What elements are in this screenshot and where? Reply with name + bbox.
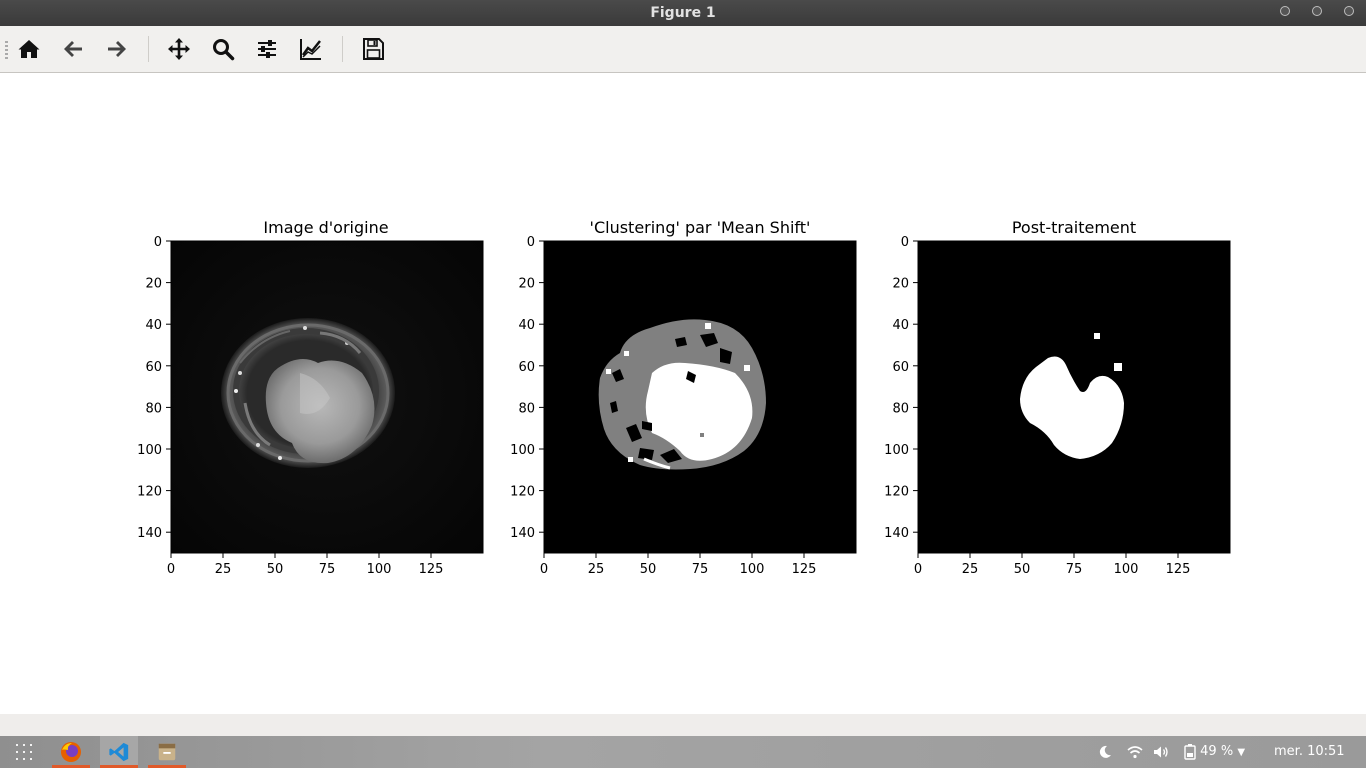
speaker-icon [1154,746,1168,757]
x-tick-label: 0 [914,562,922,577]
x-tick-label: 100 [740,562,765,577]
night-mode-indicator[interactable] [1098,736,1112,768]
y-tick-label: 120 [137,485,162,500]
y-tick-label: 40 [892,318,909,333]
y-tick-label: 20 [892,277,909,292]
clock[interactable]: mer. 10:51 [1274,736,1345,768]
firefox-icon [61,742,81,762]
y-tick-label: 80 [145,401,162,416]
x-tick-label: 100 [367,562,392,577]
status-bar [0,714,1366,736]
pan-button[interactable] [164,34,194,64]
maximize-button[interactable] [1312,6,1322,16]
battery-percent: 49 % [1200,744,1234,759]
volume-indicator[interactable] [1153,736,1169,768]
y-tick-label: 120 [884,485,909,500]
y-tick-label: 0 [901,235,909,250]
x-tick-label: 125 [792,562,817,577]
y-tick-label: 40 [518,318,535,333]
toolbar-grip[interactable] [5,41,8,59]
toolbar-separator [342,36,343,62]
battery-indicator[interactable]: 49 % ▼ [1184,736,1245,768]
y-tick-label: 140 [137,526,162,541]
move-icon [168,38,190,60]
axes-clustering: 'Clustering' par 'Mean Shift' 0 25 50 75 100… [510,218,857,577]
axes-title: Post-traitement [1012,218,1136,237]
y-tick-label: 40 [145,318,162,333]
zoom-button[interactable] [208,34,238,64]
vscode-icon [109,742,129,762]
app-grid-button[interactable] [5,736,43,768]
forward-button[interactable] [102,34,132,64]
x-tick-label: 100 [1114,562,1139,577]
magnifier-icon [213,39,235,61]
figure-svg: Image d'origine 0 25 50 75 100 125 0 20 40 60 80 10… [137,218,1231,577]
x-tick-label: 125 [1166,562,1191,577]
image-original-content [221,318,395,468]
chevron-down-icon: ▼ [1237,747,1246,758]
axes-title: Image d'origine [263,218,388,237]
y-tick-label: 120 [510,485,535,500]
x-tick-label: 125 [419,562,444,577]
x-tick-label: 75 [319,562,336,577]
axes-original: Image d'origine 0 25 50 75 100 125 0 20 40 60 80 10… [137,218,484,577]
y-tick-label: 0 [527,235,535,250]
y-tick-label: 140 [884,526,909,541]
window-title: Figure 1 [650,5,716,21]
x-tick-label: 50 [267,562,284,577]
axes-title: 'Clustering' par 'Mean Shift' [590,218,811,237]
x-tick-label: 50 [1014,562,1031,577]
arrow-right-icon [108,41,126,57]
toolbar-separator [148,36,149,62]
taskbar-app-firefox[interactable] [52,736,90,768]
subplots-button[interactable] [252,34,282,64]
sliders-icon [258,40,276,58]
edit-axis-button[interactable] [296,34,326,64]
y-tick-label: 60 [518,360,535,375]
y-tick-label: 20 [518,277,535,292]
battery-icon [1184,743,1196,760]
save-button[interactable] [358,34,388,64]
minimize-button[interactable] [1280,6,1290,16]
x-tick-label: 25 [962,562,979,577]
y-tick-label: 140 [510,526,535,541]
home-button[interactable] [14,34,44,64]
y-tick-label: 100 [884,443,909,458]
y-tick-label: 0 [154,235,162,250]
close-button[interactable] [1344,6,1354,16]
taskbar-app-files[interactable] [148,736,186,768]
x-tick-label: 25 [215,562,232,577]
x-tick-label: 25 [588,562,605,577]
wifi-icon [1127,745,1143,758]
home-icon [18,40,40,58]
figure-canvas[interactable]: Image d'origine 0 25 50 75 100 125 0 20 40 60 80 10… [0,73,1366,714]
y-tick-label: 80 [892,401,909,416]
x-tick-label: 50 [640,562,657,577]
y-tick-label: 60 [145,360,162,375]
x-tick-label: 75 [1066,562,1083,577]
app-grid-icon [16,744,32,760]
wifi-indicator[interactable] [1127,736,1143,768]
x-tick-label: 0 [167,562,175,577]
back-button[interactable] [58,34,88,64]
y-tick-label: 60 [892,360,909,375]
system-taskbar: 49 % ▼ mer. 10:51 [0,736,1366,768]
y-tick-label: 20 [145,277,162,292]
floppy-icon [363,38,384,60]
axes-post-processing: Post-traitement 0 25 50 75 100 125 0 20 40 60 80 10… [884,218,1231,577]
y-tick-label: 100 [137,443,162,458]
y-tick-label: 100 [510,443,535,458]
line-chart-icon [300,39,321,60]
navigation-toolbar [0,26,1366,73]
arrow-left-icon [64,41,82,57]
moon-icon [1099,745,1111,758]
window-titlebar: Figure 1 [0,0,1366,26]
x-tick-label: 75 [692,562,709,577]
taskbar-app-vscode[interactable] [100,736,138,768]
y-tick-label: 80 [518,401,535,416]
x-tick-label: 0 [540,562,548,577]
archive-icon [158,743,176,761]
